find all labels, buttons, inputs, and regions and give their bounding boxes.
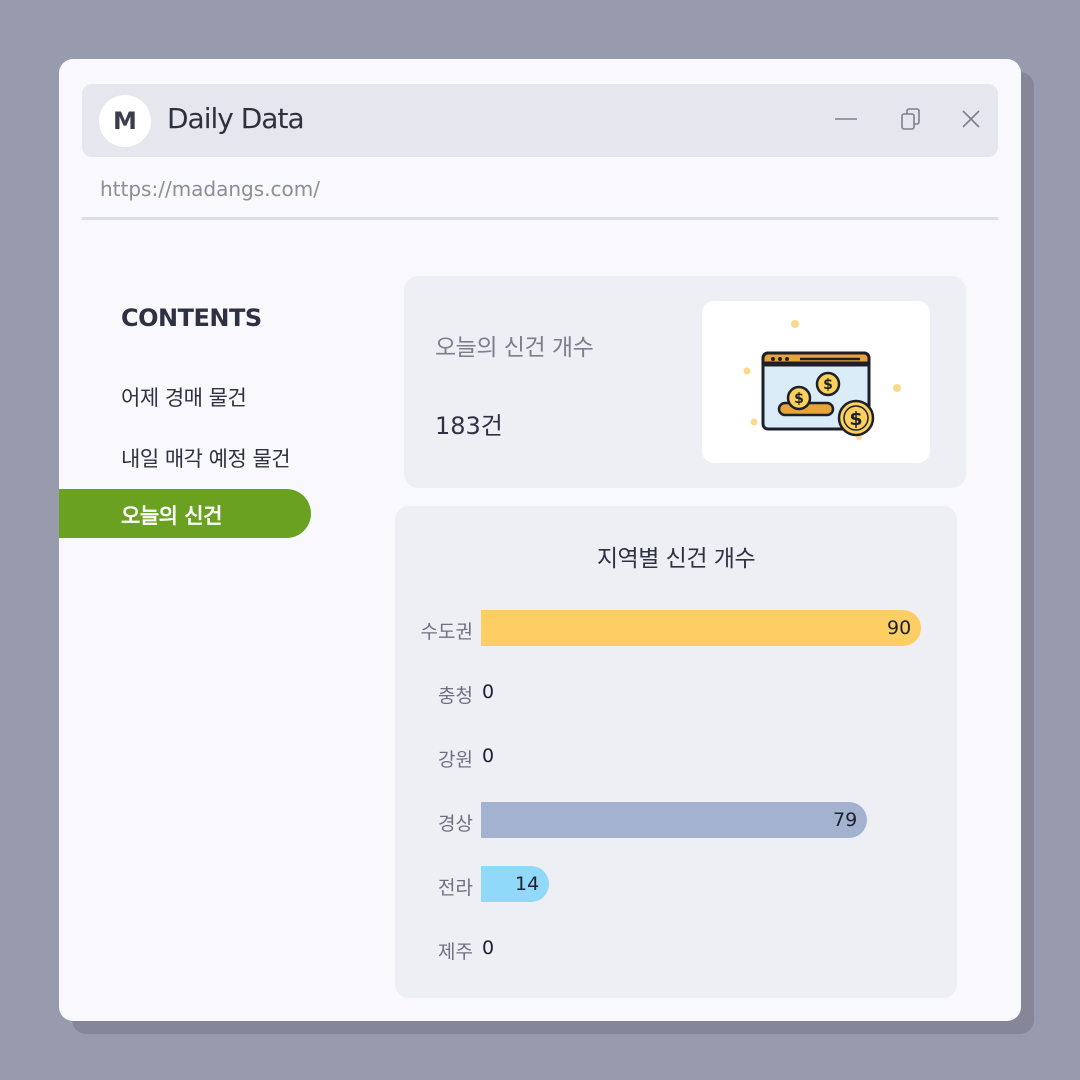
- sidebar-item-label: 오늘의 신건: [121, 504, 222, 528]
- bar-value-label: 0: [482, 681, 495, 703]
- bar-value-label: 14: [515, 873, 540, 895]
- bar-category-label: 전라: [438, 877, 473, 899]
- sidebar-item-tomorrow-sale[interactable]: 내일 매각 예정 물건: [121, 443, 291, 473]
- illustration-box: $ $ $: [702, 301, 930, 463]
- bar-value-label: 79: [833, 809, 858, 831]
- app-title: Daily Data: [167, 102, 305, 135]
- url-divider: [82, 217, 998, 220]
- url-text[interactable]: https://madangs.com/: [100, 177, 320, 201]
- bar: [481, 802, 867, 838]
- svg-text:$: $: [849, 408, 862, 430]
- bar-value-label: 90: [887, 617, 912, 639]
- sidebar-heading: CONTENTS: [121, 304, 262, 332]
- sidebar-item-today-new[interactable]: 오늘의 신건: [59, 489, 311, 538]
- summary-value: 183건: [435, 412, 503, 440]
- region-chart-card: 지역별 신건 개수 수도권 90 충청 0 강원 0 경상 79 전라 14 제주 0: [395, 506, 957, 998]
- bar-category-label: 제주: [438, 941, 473, 963]
- bar-value-label: 0: [482, 745, 495, 767]
- bar: [481, 610, 921, 646]
- title-bar: M Daily Data: [82, 84, 998, 157]
- close-button[interactable]: [954, 102, 988, 136]
- svg-text:$: $: [823, 377, 833, 393]
- sidebar-item-yesterday-auction[interactable]: 어제 경매 물건: [121, 382, 247, 412]
- minimize-icon: [835, 118, 857, 120]
- avatar: M: [99, 95, 151, 147]
- bar-category-label: 수도권: [420, 621, 473, 643]
- svg-text:$: $: [794, 391, 804, 407]
- bar-value-label: 0: [482, 937, 495, 959]
- bar-category-label: 강원: [438, 749, 473, 771]
- money-window-icon: $ $ $: [743, 320, 901, 440]
- copy-icon: [901, 108, 920, 130]
- chart-title: 지역별 신건 개수: [596, 546, 756, 572]
- app-window: M Daily Data https://madangs.com/ CONTEN…: [59, 59, 1021, 1021]
- minimize-button[interactable]: [829, 102, 863, 136]
- bar-category-label: 경상: [438, 813, 473, 835]
- copy-button[interactable]: [894, 102, 928, 136]
- close-icon: [962, 110, 980, 128]
- bar-category-label: 충청: [438, 685, 473, 707]
- summary-card: 오늘의 신건 개수 183건 $ $ $: [404, 276, 966, 488]
- summary-label: 오늘의 신건 개수: [435, 335, 594, 361]
